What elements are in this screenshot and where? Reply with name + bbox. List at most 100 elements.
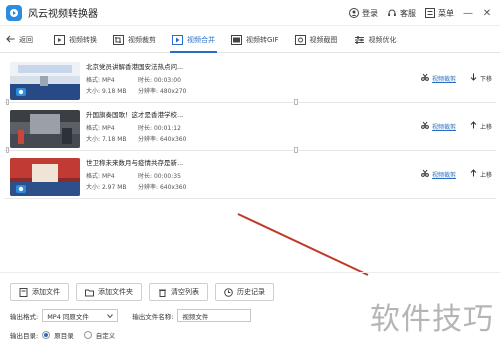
video-convert-icon	[54, 34, 65, 45]
clear-list-button[interactable]: 清空列表	[149, 283, 208, 301]
move-up-button[interactable]: 上移	[470, 169, 492, 179]
output-format-select[interactable]: MP4 同原文件	[42, 309, 119, 322]
resolution-value: 640x360	[159, 136, 187, 143]
format-value: MP4	[101, 125, 115, 132]
size-value: 7.18 MB	[101, 136, 127, 143]
tab-label: 视频转GIF	[246, 35, 279, 44]
format-label: 格式:	[86, 125, 101, 132]
video-thumbnail	[10, 110, 80, 148]
crop-button[interactable]: 视频裁剪	[421, 73, 456, 83]
chevron-down-icon	[107, 312, 114, 320]
clear-list-label: 清空列表	[171, 288, 199, 296]
resolution-label: 分辨率:	[138, 88, 159, 95]
row-resize-handle[interactable]	[294, 147, 298, 153]
clock-icon	[224, 287, 233, 297]
arrow-up-icon	[470, 169, 477, 179]
action-buttons: 添加文件 添加文件夹 清空列表 历史记录	[10, 283, 274, 301]
file-name: 升国旗奏国歌！这才是香港学校...	[86, 111, 184, 119]
tab-video-merge[interactable]: 视频合并	[164, 27, 223, 53]
duration-label: 时长:	[138, 77, 153, 84]
login-button[interactable]: 登录	[349, 8, 378, 19]
service-button[interactable]: 客服	[387, 8, 416, 19]
folder-icon	[85, 288, 94, 297]
file-name: 北京党员讲解香港国安法热点问...	[86, 63, 184, 71]
size-label: 大小:	[86, 136, 101, 143]
move-label: 上移	[479, 123, 492, 131]
tab-label: 视频优化	[368, 35, 397, 44]
menu-label: 菜单	[438, 8, 454, 18]
crop-button[interactable]: 视频裁剪	[421, 169, 456, 179]
crop-label: 视频裁剪	[431, 75, 456, 83]
output-name-input[interactable]: 视频文件	[177, 309, 252, 322]
row-resize-handle[interactable]	[6, 99, 9, 105]
tab-video-optimize[interactable]: 视频优化	[346, 27, 405, 53]
watermark-text: 软件技巧	[370, 302, 494, 337]
app-logo-icon	[6, 4, 22, 21]
tab-label: 视频裁剪	[128, 35, 156, 44]
move-up-button[interactable]: 上移	[470, 121, 492, 131]
custom-dir-label: 自定义	[95, 332, 116, 340]
service-label: 客服	[400, 8, 416, 18]
history-button[interactable]: 历史记录	[215, 283, 274, 301]
size-value: 9.18 MB	[101, 88, 127, 95]
duration-value: 00:03:00	[153, 77, 181, 84]
menu-button[interactable]: 菜单	[425, 8, 454, 19]
arrow-down-icon	[470, 73, 477, 83]
crop-label: 视频裁剪	[431, 123, 456, 131]
divider	[0, 272, 500, 273]
add-folder-button[interactable]: 添加文件夹	[76, 283, 142, 301]
format-label: 格式:	[86, 173, 101, 180]
resolution-label: 分辨率:	[138, 136, 159, 143]
tab-label: 视频截图	[309, 35, 338, 44]
crop-label: 视频裁剪	[431, 171, 456, 179]
crop-icon	[113, 34, 124, 45]
scissors-icon	[421, 121, 429, 131]
output-name-label: 输出文件名称:	[132, 312, 174, 321]
resolution-value: 480x270	[159, 88, 187, 95]
list-item[interactable]: 北京党员讲解香港国安法热点问... 格式: MP4 时长: 00:03:00 大…	[4, 57, 496, 103]
row-resize-handle[interactable]	[6, 147, 9, 153]
row-resize-handle[interactable]	[294, 99, 298, 105]
output-dir-label: 输出目录:	[10, 332, 39, 340]
radio-original-dir[interactable]	[42, 331, 51, 339]
function-tabs: 返回 视频转换 视频裁剪 视频合并 视频转GIF 视频截图 视频优化	[0, 27, 500, 53]
tab-label: 视频合并	[187, 35, 215, 44]
arrow-up-icon	[470, 121, 477, 131]
resolution-label: 分辨率:	[138, 184, 159, 191]
move-label: 下移	[479, 75, 492, 83]
move-down-button[interactable]: 下移	[470, 73, 492, 83]
screenshot-icon	[294, 34, 306, 45]
close-button[interactable]: ✕	[482, 8, 492, 19]
merge-icon	[172, 34, 183, 45]
original-dir-label: 原目录	[54, 332, 74, 340]
menu-icon	[425, 8, 435, 18]
duration-label: 时长:	[138, 125, 153, 132]
format-value: MP4	[101, 173, 115, 180]
tab-video-crop[interactable]: 视频裁剪	[105, 27, 164, 53]
tab-video-gif[interactable]: 视频转GIF	[223, 27, 287, 53]
crop-button[interactable]: 视频裁剪	[421, 121, 456, 131]
minimize-button[interactable]: —	[463, 8, 473, 19]
output-format-value: MP4 同原文件	[47, 312, 89, 321]
back-button[interactable]: 返回	[6, 35, 46, 45]
list-item[interactable]: 升国旗奏国歌！这才是香港学校... 格式: MP4 时长: 00:01:12 大…	[4, 105, 496, 151]
add-file-button[interactable]: 添加文件	[10, 283, 69, 301]
list-item[interactable]: 世卫称未来数月与疫情共存是新... 格式: MP4 时长: 00:00:35 大…	[4, 153, 496, 199]
optimize-icon	[354, 35, 365, 45]
title-bar: 风云视频转换器 登录 客服 菜单 — ✕	[0, 0, 500, 26]
scissors-icon	[421, 73, 429, 83]
arrow-left-icon	[6, 35, 15, 45]
tab-video-convert[interactable]: 视频转换	[46, 27, 105, 53]
move-label: 上移	[479, 171, 492, 179]
output-directory: 输出目录: 原目录 自定义	[10, 330, 115, 340]
video-thumbnail	[10, 158, 80, 196]
output-options: 输出格式: MP4 同原文件 输出文件名称: 视频文件	[10, 309, 252, 322]
size-label: 大小:	[86, 88, 101, 95]
gif-icon	[231, 34, 242, 45]
tab-label: 视频转换	[69, 35, 97, 44]
output-format-label: 输出格式:	[10, 312, 39, 321]
radio-custom-dir[interactable]	[83, 331, 92, 339]
duration-value: 00:00:35	[153, 173, 181, 180]
tab-video-screenshot[interactable]: 视频截图	[287, 27, 346, 53]
duration-label: 时长:	[138, 173, 153, 180]
